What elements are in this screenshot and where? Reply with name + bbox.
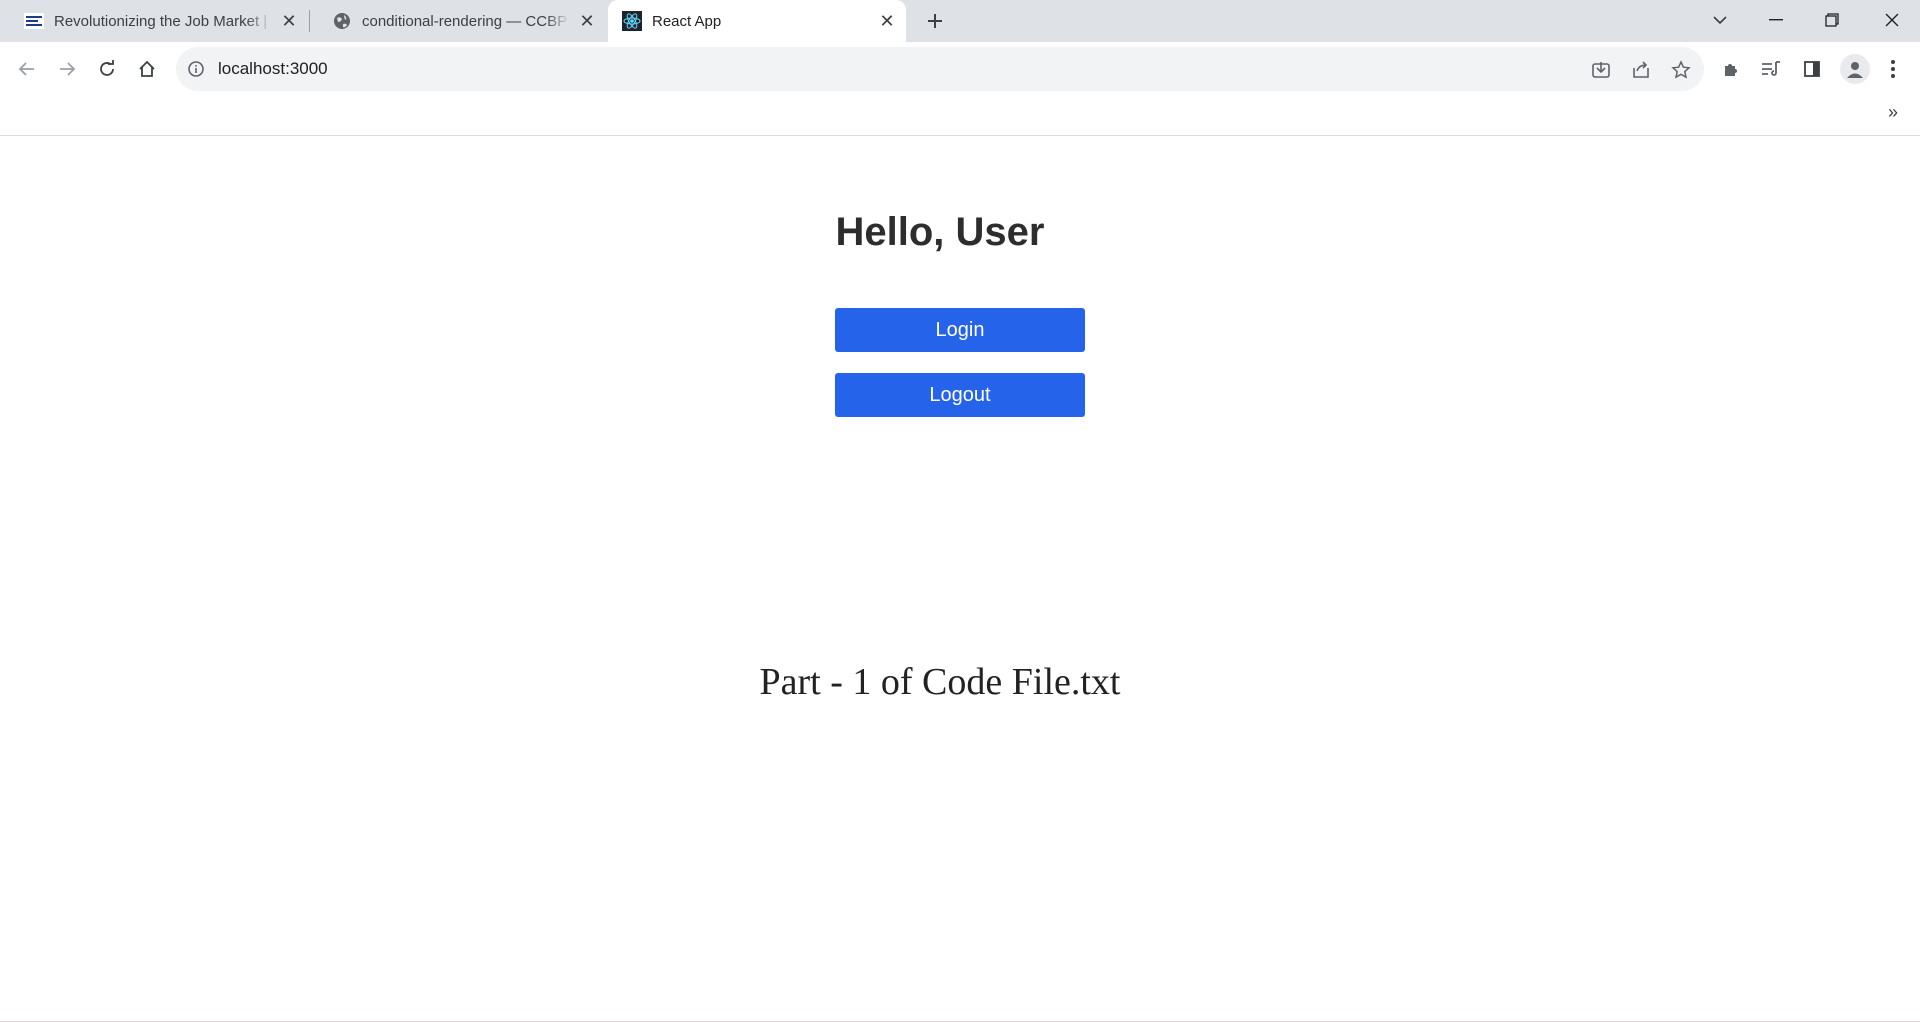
nxtwave-favicon <box>24 11 44 31</box>
tab-conditional-rendering[interactable]: conditional-rendering — CCBP IDE ✕ <box>308 0 606 42</box>
side-panel-icon[interactable] <box>1800 57 1824 81</box>
address-bar[interactable]: localhost:3000 <box>176 47 1704 91</box>
more-menu-icon[interactable] <box>1881 57 1905 81</box>
browser-chrome: Revolutionizing the Job Market | ✕ condi… <box>0 0 1920 136</box>
close-icon[interactable]: ✕ <box>876 10 898 32</box>
install-app-icon[interactable] <box>1590 59 1612 81</box>
home-icon[interactable] <box>131 53 163 85</box>
logout-button[interactable]: Logout <box>835 373 1085 417</box>
back-icon[interactable] <box>11 53 43 85</box>
reading-list-icon[interactable] <box>1759 57 1783 81</box>
extensions-icon[interactable] <box>1719 57 1743 81</box>
caption-text: Part - 1 of Code File.txt <box>759 661 1121 703</box>
page-content: Hello, User Login Logout Part - 1 of Cod… <box>0 136 1920 1022</box>
restore-button[interactable] <box>1804 0 1860 40</box>
tab-title: React App <box>652 12 722 30</box>
greeting-heading: Hello, User <box>835 210 1045 254</box>
minimize-button[interactable] <box>1748 0 1804 40</box>
tab-title: conditional-rendering — CCBP IDE <box>362 12 570 30</box>
new-tab-button[interactable] <box>922 8 948 34</box>
close-window-button[interactable] <box>1864 0 1920 40</box>
profile-avatar-icon[interactable] <box>1840 54 1870 84</box>
tab-revolutionizing[interactable]: Revolutionizing the Job Market | ✕ <box>0 0 308 42</box>
tab-strip: Revolutionizing the Job Market | ✕ condi… <box>0 0 1920 42</box>
site-info-icon[interactable] <box>186 59 206 79</box>
close-icon[interactable]: ✕ <box>576 10 598 32</box>
close-icon[interactable]: ✕ <box>278 10 300 32</box>
url-text[interactable]: localhost:3000 <box>218 59 328 79</box>
bookmarks-bar: » <box>0 96 1920 136</box>
react-icon <box>622 11 642 31</box>
tab-react-app[interactable]: React App ✕ <box>608 0 906 42</box>
globe-icon <box>332 11 352 31</box>
bookmark-star-icon[interactable] <box>1670 59 1692 81</box>
tab-title: Revolutionizing the Job Market | <box>54 12 268 30</box>
login-button[interactable]: Login <box>835 308 1085 352</box>
forward-icon[interactable] <box>51 53 83 85</box>
tab-search-icon[interactable] <box>1692 0 1748 40</box>
browser-toolbar: localhost:3000 <box>0 42 1920 96</box>
reload-icon[interactable] <box>91 53 123 85</box>
share-icon[interactable] <box>1630 59 1652 81</box>
more-bookmarks-icon[interactable]: » <box>1888 102 1898 123</box>
